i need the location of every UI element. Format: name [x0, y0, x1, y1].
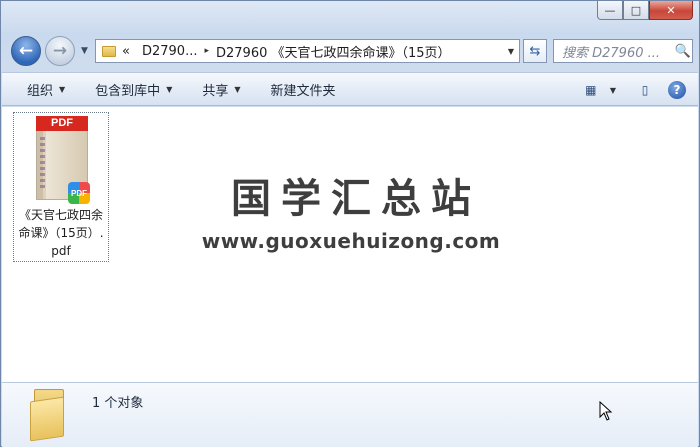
- caption-buttons: — □ ✕: [597, 1, 693, 20]
- minimize-button[interactable]: —: [597, 1, 623, 20]
- chevron-down-icon: ▼: [234, 84, 241, 94]
- folder-icon: [30, 389, 70, 442]
- address-row: ← → ▼ « D2790... ▸ D27960 《天官七政四余命课》（15页…: [9, 35, 693, 67]
- share-label: 共享: [202, 83, 229, 99]
- view-grid-icon: ▦: [585, 83, 597, 97]
- search-placeholder: 搜索 D27960 ...: [562, 45, 661, 61]
- close-button[interactable]: ✕: [649, 1, 693, 20]
- breadcrumb: « D2790... ▸ D27960 《天官七政四余命课》（15页）: [122, 42, 451, 61]
- watermark-title: 国学汇总站: [231, 176, 481, 222]
- refresh-icon: ⇆: [529, 43, 541, 59]
- search-input[interactable]: 搜索 D27960 ... 🔍: [553, 39, 693, 63]
- watermark-url: www.guoxuehuizong.com: [201, 229, 501, 253]
- organize-menu-button[interactable]: 组织 ▼: [16, 76, 76, 102]
- help-icon: ?: [668, 81, 686, 99]
- watermark: 国学汇总站 www.guoxuehuizong.com: [2, 173, 700, 253]
- breadcrumb-item-parent[interactable]: D2790...: [142, 44, 198, 59]
- toolbar-right-group: ▦ ▼ ▯ ?: [578, 77, 690, 103]
- include-in-library-label: 包含到库中: [95, 83, 161, 99]
- chevron-down-icon: ▼: [166, 84, 173, 94]
- include-in-library-button[interactable]: 包含到库中 ▼: [84, 76, 183, 102]
- chevron-right-icon[interactable]: ▸: [204, 46, 209, 56]
- forward-button[interactable]: →: [45, 36, 75, 66]
- address-bar[interactable]: « D2790... ▸ D27960 《天官七政四余命课》（15页） ▼: [95, 39, 520, 63]
- folder-icon: [102, 45, 116, 57]
- explorer-window: — □ ✕ ← → ▼ « D2790... ▸ D27960 《天官七政四余命…: [0, 0, 700, 447]
- share-button[interactable]: 共享 ▼: [191, 76, 251, 102]
- forward-arrow-icon: →: [52, 41, 68, 61]
- command-bar: 组织 ▼ 包含到库中 ▼ 共享 ▼ 新建文件夹 ▦ ▼ ▯ ?: [2, 72, 698, 106]
- search-icon[interactable]: 🔍: [674, 44, 692, 59]
- chevron-down-icon: ▼: [59, 84, 66, 94]
- view-options-dropdown-icon[interactable]: ▼: [610, 86, 616, 95]
- new-folder-label: 新建文件夹: [270, 83, 336, 99]
- organize-label: 组织: [27, 83, 54, 99]
- back-button[interactable]: ←: [11, 36, 41, 66]
- address-dropdown-icon[interactable]: ▼: [508, 47, 514, 56]
- details-pane: 1 个对象: [2, 382, 698, 447]
- item-count: 1 个对象: [92, 396, 144, 411]
- file-list-area[interactable]: PDF PDF 《天官七政四余命课》（15页）.pdf 国学汇总站 www.gu…: [2, 107, 698, 382]
- pdf-thumb-header: PDF: [36, 116, 88, 131]
- preview-pane-button[interactable]: ▯: [632, 77, 658, 103]
- recent-pages-icon[interactable]: ▼: [81, 46, 88, 56]
- new-folder-button[interactable]: 新建文件夹: [260, 76, 347, 102]
- mouse-cursor-icon: [599, 401, 613, 421]
- breadcrumb-overflow[interactable]: «: [122, 44, 130, 59]
- back-arrow-icon: ←: [18, 41, 34, 61]
- maximize-button[interactable]: □: [623, 1, 649, 20]
- breadcrumb-item-current[interactable]: D27960 《天官七政四余命课》（15页）: [216, 42, 451, 61]
- change-view-button[interactable]: ▦: [578, 77, 604, 103]
- refresh-button[interactable]: ⇆: [523, 39, 547, 63]
- preview-pane-icon: ▯: [641, 83, 649, 97]
- help-button[interactable]: ?: [664, 77, 690, 103]
